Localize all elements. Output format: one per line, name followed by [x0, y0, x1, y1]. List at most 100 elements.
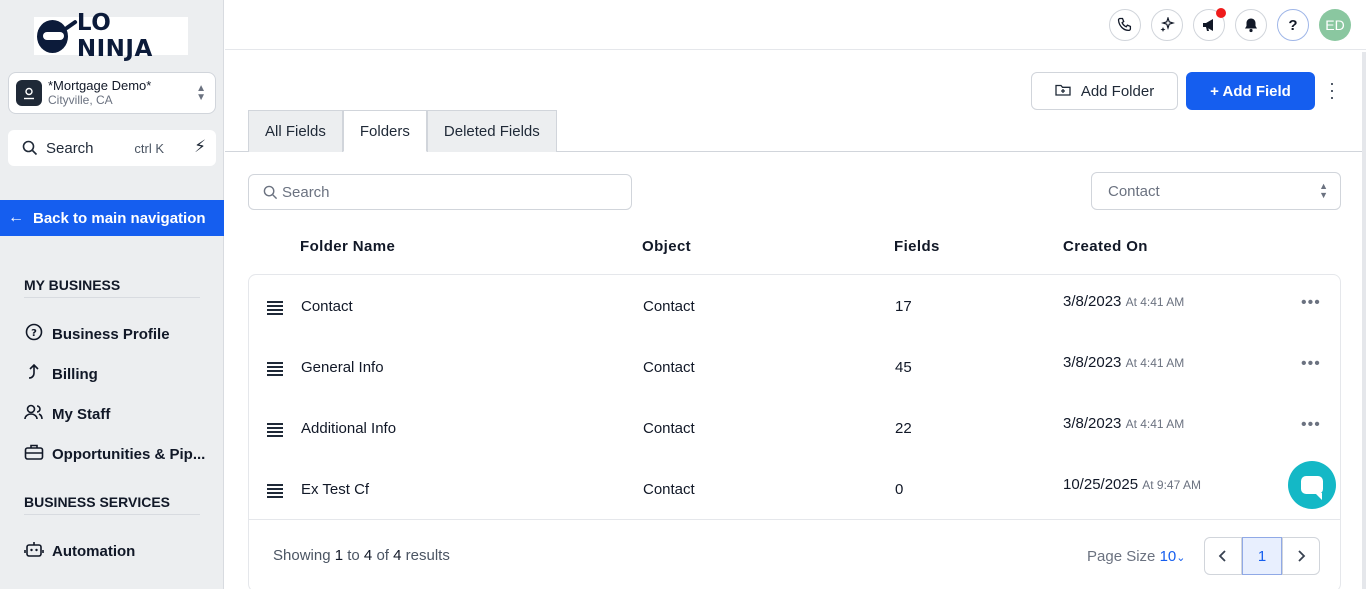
- chevron-down-icon: ⌄: [1176, 552, 1186, 564]
- drag-handle-icon[interactable]: [267, 362, 283, 378]
- folder-field-count: 17: [895, 298, 912, 315]
- folder-created-on: 10/25/2025 At 9:47 AM: [1063, 476, 1201, 493]
- chat-widget-button[interactable]: [1288, 461, 1336, 509]
- more-options-icon[interactable]: · · ·: [1326, 74, 1338, 106]
- location-pin-icon: [16, 80, 42, 106]
- search-input[interactable]: Search: [248, 174, 632, 210]
- sidebar-item-billing[interactable]: Billing: [24, 363, 98, 385]
- avatar[interactable]: ED: [1319, 9, 1351, 41]
- back-to-main-navigation[interactable]: ← Back to main navigation: [0, 200, 224, 236]
- folders-table: Contact Contact 17 3/8/2023 At 4:41 AM •…: [248, 274, 1341, 589]
- column-header-object[interactable]: Object: [642, 238, 691, 255]
- created-date: 3/8/2023: [1063, 293, 1122, 310]
- showing-suffix: results: [405, 547, 450, 564]
- folder-name: Ex Test Cf: [301, 481, 370, 498]
- table-row[interactable]: Ex Test Cf Contact 0 10/25/2025 At 9:47 …: [249, 458, 1340, 519]
- add-field-button[interactable]: + Add Field: [1186, 72, 1315, 110]
- help-glyph: ?: [1288, 16, 1298, 34]
- add-folder-button[interactable]: Add Folder: [1031, 72, 1178, 110]
- help-circle-icon: ?: [24, 323, 44, 346]
- object-select[interactable]: Contact ▲ ▼: [1091, 172, 1341, 210]
- billing-arrow-icon: [24, 363, 44, 386]
- drag-handle-icon[interactable]: [267, 301, 283, 317]
- search-icon: [263, 185, 278, 199]
- top-bar: ? ED: [225, 0, 1366, 50]
- showing-of-word: of: [376, 547, 389, 564]
- scrollbar[interactable]: [1362, 52, 1366, 589]
- ninja-logo-icon: [37, 19, 68, 53]
- sidebar-search[interactable]: Search ctrl K ⚡︎: [8, 130, 216, 166]
- row-menu-icon[interactable]: •••: [1301, 416, 1321, 434]
- search-placeholder: Search: [282, 183, 330, 201]
- sidebar-search-label: Search: [46, 139, 94, 157]
- created-date: 3/8/2023: [1063, 354, 1122, 371]
- lightning-icon[interactable]: ⚡︎: [194, 137, 206, 157]
- megaphone-icon[interactable]: [1193, 8, 1226, 41]
- table-footer-divider: [249, 519, 1340, 520]
- results-summary: Showing 1 to 4 of 4 results: [273, 547, 450, 564]
- created-date: 10/25/2025: [1063, 476, 1139, 493]
- drag-handle-icon[interactable]: [267, 423, 283, 439]
- logo-text: LO NINJA: [76, 10, 153, 62]
- phone-icon[interactable]: [1109, 9, 1141, 41]
- arrow-left-icon: ←: [8, 209, 24, 226]
- folder-object: Contact: [643, 481, 695, 498]
- page-button-current[interactable]: 1: [1242, 537, 1282, 575]
- showing-to-word: to: [347, 547, 360, 564]
- row-menu-icon[interactable]: •••: [1301, 294, 1321, 312]
- showing-prefix: Showing: [273, 547, 331, 564]
- folder-created-on: 3/8/2023 At 4:41 AM: [1063, 415, 1184, 432]
- created-time: At 4:41 AM: [1125, 356, 1185, 370]
- folder-object: Contact: [643, 420, 695, 437]
- bell-icon[interactable]: [1235, 9, 1267, 41]
- help-icon[interactable]: ?: [1277, 9, 1309, 41]
- showing-total: 4: [393, 547, 402, 564]
- folder-created-on: 3/8/2023 At 4:41 AM: [1063, 293, 1184, 310]
- folder-name: Additional Info: [301, 420, 397, 437]
- svg-text:?: ?: [31, 328, 37, 339]
- section-my-business: MY BUSINESS: [24, 277, 200, 298]
- sidebar-item-business-profile[interactable]: ? Business Profile: [24, 323, 170, 345]
- column-header-fields[interactable]: Fields: [894, 238, 940, 255]
- sidebar: LO NINJA *Mortgage Demo* Cityville, CA ▲…: [0, 0, 224, 589]
- folder-plus-icon: [1055, 83, 1071, 100]
- folder-field-count: 45: [895, 359, 912, 376]
- section-business-services: BUSINESS SERVICES: [24, 494, 200, 515]
- column-header-created-on[interactable]: Created On: [1063, 238, 1148, 255]
- showing-to: 4: [363, 547, 373, 564]
- sidebar-item-opportunities[interactable]: Opportunities & Pip...: [24, 443, 205, 465]
- table-row[interactable]: General Info Contact 45 3/8/2023 At 4:41…: [249, 336, 1340, 397]
- created-time: At 4:41 AM: [1125, 417, 1185, 431]
- table-row[interactable]: Contact Contact 17 3/8/2023 At 4:41 AM •…: [249, 275, 1340, 336]
- sidebar-item-label: My Staff: [52, 405, 111, 423]
- folder-object: Contact: [643, 298, 695, 315]
- sidebar-item-label: Automation: [52, 542, 136, 560]
- row-menu-icon[interactable]: •••: [1301, 355, 1321, 373]
- sidebar-item-label: Business Profile: [52, 325, 170, 343]
- tab-folders[interactable]: Folders: [342, 110, 427, 152]
- page-size-value: 10: [1159, 548, 1177, 565]
- folder-name: General Info: [301, 359, 384, 376]
- sidebar-item-label: Opportunities & Pip...: [52, 445, 206, 463]
- drag-handle-icon[interactable]: [267, 484, 283, 500]
- sidebar-item-automation[interactable]: Automation: [24, 540, 135, 562]
- account-switcher[interactable]: *Mortgage Demo* Cityville, CA ▲ ▼: [8, 72, 216, 114]
- briefcase-icon: [24, 443, 44, 466]
- folder-field-count: 0: [895, 481, 904, 498]
- sidebar-item-my-staff[interactable]: My Staff: [24, 403, 110, 425]
- page-size-select[interactable]: Page Size 10⌄: [1087, 548, 1185, 565]
- search-icon: [22, 140, 38, 156]
- account-location: Cityville, CA: [48, 93, 113, 107]
- column-header-folder-name[interactable]: Folder Name: [300, 238, 395, 255]
- chevron-right-icon: [1298, 550, 1306, 562]
- tab-all-fields[interactable]: All Fields: [248, 110, 343, 152]
- previous-page-button[interactable]: [1204, 537, 1242, 575]
- sparkle-icon[interactable]: [1151, 9, 1183, 41]
- next-page-button[interactable]: [1282, 537, 1320, 575]
- chevron-updown-icon: ▲ ▼: [1319, 181, 1328, 200]
- users-icon: [24, 403, 44, 426]
- logo[interactable]: LO NINJA: [34, 10, 188, 62]
- folder-object: Contact: [643, 359, 695, 376]
- table-row[interactable]: Additional Info Contact 22 3/8/2023 At 4…: [249, 397, 1340, 458]
- tab-deleted-fields[interactable]: Deleted Fields: [426, 110, 557, 152]
